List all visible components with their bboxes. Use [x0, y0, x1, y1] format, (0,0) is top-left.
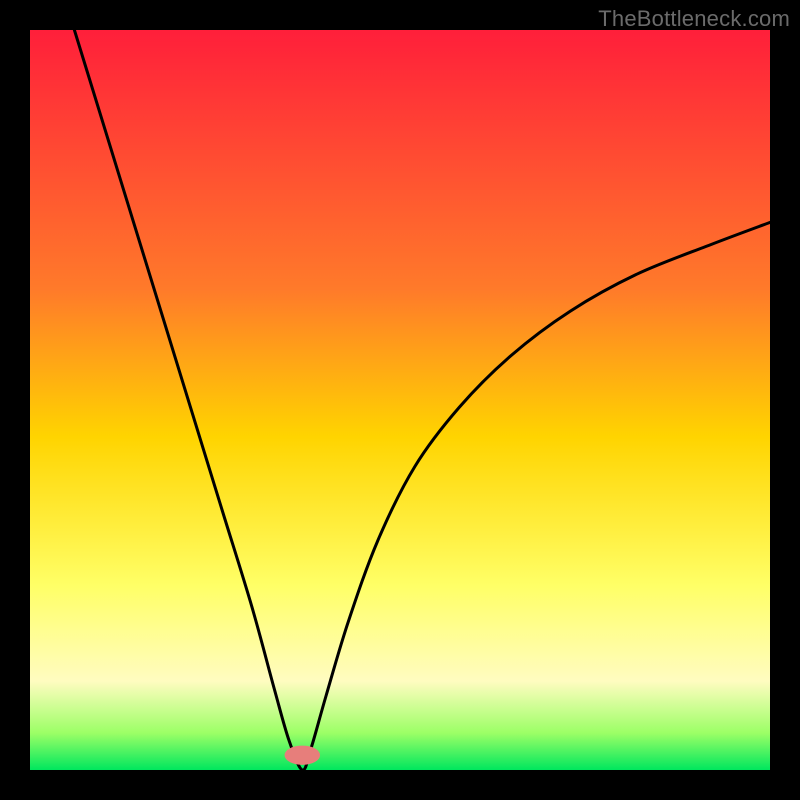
gradient-background — [30, 30, 770, 770]
minimum-marker — [285, 746, 321, 765]
chart-plot-area — [30, 30, 770, 770]
chart-svg — [30, 30, 770, 770]
watermark-label: TheBottleneck.com — [598, 6, 790, 32]
